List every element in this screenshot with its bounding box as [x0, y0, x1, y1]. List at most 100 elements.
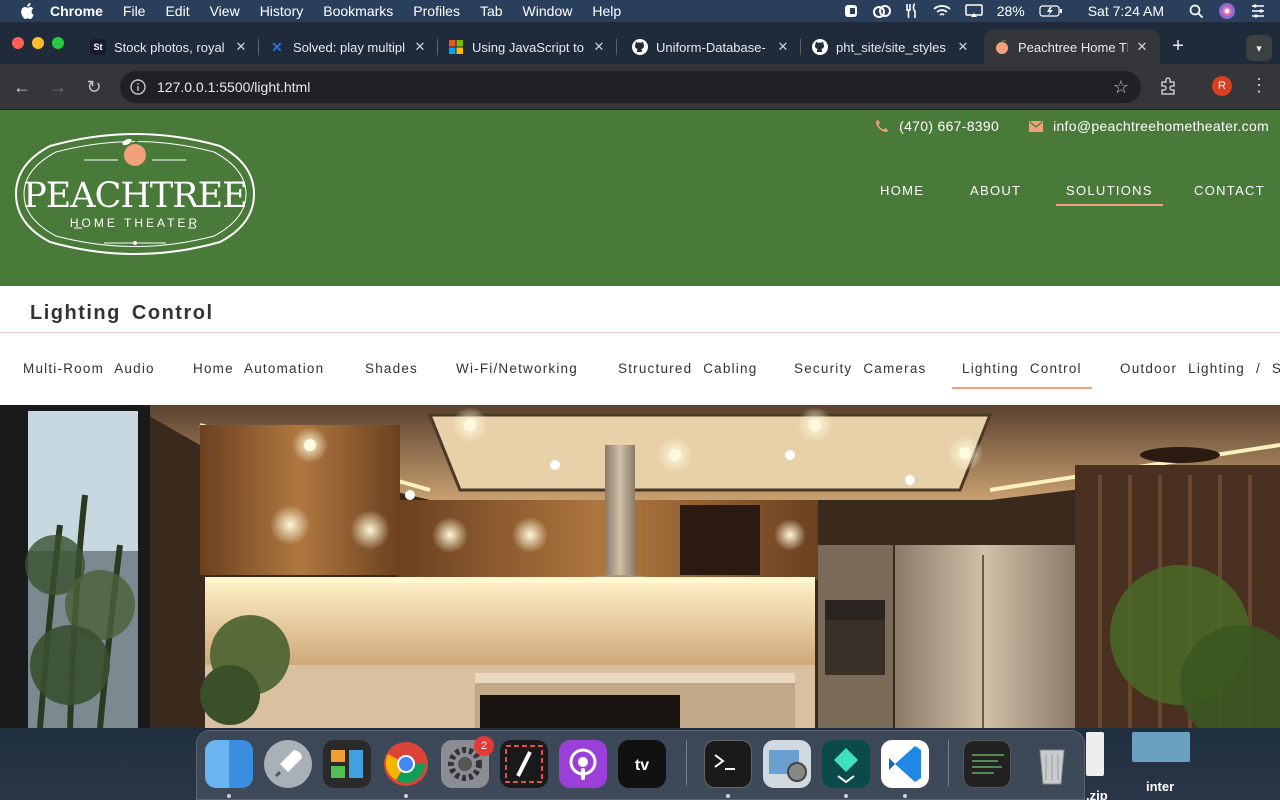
dock-divider [686, 740, 687, 786]
folder-icon[interactable] [1132, 732, 1190, 762]
close-tab-icon[interactable]: ✕ [591, 39, 607, 55]
battery-percent: 28% [996, 3, 1025, 19]
browser-tab-uniform-database[interactable]: Uniform-Database- ✕ [622, 30, 801, 64]
close-tab-icon[interactable]: ✕ [1134, 39, 1150, 55]
email-contact[interactable]: info@peachtreehometheater.com [1029, 118, 1269, 134]
menu-profiles[interactable]: Profiles [413, 3, 460, 19]
browser-tab-javascript[interactable]: Using JavaScript to ✕ [438, 30, 617, 64]
trash-icon[interactable] [1028, 740, 1076, 788]
siri-icon[interactable] [1218, 2, 1236, 20]
apple-icon[interactable] [20, 3, 36, 19]
subnav-home-automation[interactable]: Home Automation [193, 361, 324, 376]
filmora-editor-icon[interactable] [822, 740, 870, 788]
subnav-security-cameras[interactable]: Security Cameras [794, 361, 926, 376]
tab-title: Solved: play multipl [293, 39, 405, 55]
close-tab-icon[interactable]: ✕ [412, 39, 428, 55]
nav-home[interactable]: HOME [880, 183, 924, 198]
wifi-icon[interactable] [933, 4, 951, 18]
bookmark-star-icon[interactable]: ☆ [1113, 77, 1129, 98]
new-tab-button[interactable]: + [1168, 36, 1188, 56]
url-text[interactable]: 127.0.0.1:5500/light.html [157, 79, 310, 95]
menu-help[interactable]: Help [592, 3, 621, 19]
web-page: PEACHTREE HOME THEATER (470) 667-8390 in… [0, 110, 1280, 728]
menu-bookmarks[interactable]: Bookmarks [323, 3, 393, 19]
subnav-shades[interactable]: Shades [365, 361, 418, 376]
logo-brand-name: PEACHTREE [23, 176, 246, 216]
close-window-button[interactable] [12, 37, 24, 49]
podcasts-icon[interactable] [559, 740, 607, 788]
preview-photos-icon[interactable] [763, 740, 811, 788]
macos-menubar: Chrome File Edit View History Bookmarks … [0, 0, 1280, 22]
peachtree-logo[interactable]: PEACHTREE HOME THEATER [14, 124, 256, 264]
screen-mirroring-icon[interactable] [964, 4, 983, 18]
nav-solutions[interactable]: SOLUTIONS [1056, 183, 1163, 206]
clock[interactable]: Sat 7:24 AM [1088, 3, 1164, 19]
zoom-window-button[interactable] [52, 37, 64, 49]
close-tab-icon[interactable]: ✕ [775, 39, 791, 55]
nav-about[interactable]: ABOUT [970, 183, 1021, 198]
battery-icon[interactable] [1039, 5, 1063, 17]
phone-number[interactable]: (470) 667-8390 [899, 118, 999, 134]
menu-file[interactable]: File [123, 3, 146, 19]
subnav-structured-cabling[interactable]: Structured Cabling [618, 361, 757, 376]
launchpad-rocket-icon[interactable] [264, 740, 312, 788]
browser-tab-site-styles[interactable]: pht_site/site_styles ✕ [802, 30, 981, 64]
tab-search-button[interactable]: ▾ [1246, 35, 1272, 61]
terminal-icon[interactable] [704, 740, 752, 788]
profile-avatar[interactable]: R [1212, 76, 1232, 96]
reload-icon[interactable]: ↻ [83, 76, 105, 98]
settings-notification-badge: 2 [474, 736, 494, 756]
apple-tv-icon[interactable]: tv [618, 740, 666, 788]
creative-cloud-icon[interactable] [872, 4, 891, 18]
svg-text:tv: tv [635, 757, 649, 774]
zip-file-icon[interactable] [1086, 732, 1104, 776]
spotlight-search-icon[interactable] [1189, 4, 1204, 19]
vscode-icon[interactable] [881, 740, 929, 788]
site-info-icon[interactable] [130, 79, 146, 95]
tab-title: Peachtree Home Th [1018, 39, 1128, 55]
nav-contact[interactable]: CONTACT [1194, 183, 1265, 198]
fork-knife-icon[interactable] [905, 3, 919, 19]
contact-bar: (470) 667-8390 info@peachtreehometheater… [845, 118, 1269, 134]
close-tab-icon[interactable]: ✕ [955, 39, 971, 55]
subnav-lighting-control[interactable]: Lighting Control [952, 361, 1092, 389]
tab-title: Stock photos, royal [114, 39, 225, 55]
browser-tab-solved[interactable]: ✕ Solved: play multipl ✕ [259, 30, 438, 64]
pixelmator-brush-icon[interactable] [500, 740, 548, 788]
address-bar[interactable]: 127.0.0.1:5500/light.html ☆ [120, 71, 1141, 103]
extensions-puzzle-icon[interactable] [1158, 76, 1180, 98]
browser-tab-peachtree-active[interactable]: Peachtree Home Th ✕ [984, 30, 1160, 64]
browser-toolbar: ← → ↻ 127.0.0.1:5500/light.html ☆ [0, 64, 1280, 110]
site-header: PEACHTREE HOME THEATER (470) 667-8390 in… [0, 110, 1280, 286]
subnav-outdoor-lighting[interactable]: Outdoor Lighting / So [1120, 361, 1280, 376]
subnav-multi-room-audio[interactable]: Multi-Room Audio [23, 361, 155, 376]
control-center-icon[interactable] [1250, 4, 1266, 18]
menu-edit[interactable]: Edit [165, 3, 189, 19]
dock-divider [948, 740, 949, 786]
status-app-icon[interactable] [843, 3, 859, 19]
finder-icon[interactable] [205, 740, 253, 788]
menu-view[interactable]: View [210, 3, 240, 19]
minimize-window-button[interactable] [32, 37, 44, 49]
menu-window[interactable]: Window [523, 3, 573, 19]
menu-tab[interactable]: Tab [480, 3, 503, 19]
menu-app-name[interactable]: Chrome [50, 3, 103, 19]
chrome-icon[interactable] [382, 740, 430, 788]
phone-icon [875, 119, 889, 133]
forward-arrow-icon[interactable]: → [47, 76, 69, 98]
browser-tab-stock-photos[interactable]: St Stock photos, royal ✕ [80, 30, 259, 64]
email-address[interactable]: info@peachtreehometheater.com [1053, 118, 1269, 134]
photo-slideshow-app-icon[interactable] [323, 740, 371, 788]
page-title: Lighting Control [30, 302, 214, 324]
browser-menu-icon[interactable]: ⋮ [1250, 75, 1268, 96]
title-divider [0, 332, 1280, 333]
back-arrow-icon[interactable]: ← [11, 76, 33, 98]
phone-contact[interactable]: (470) 667-8390 [875, 118, 999, 134]
running-indicator [404, 794, 408, 798]
subnav-wifi-networking[interactable]: Wi-Fi/Networking [456, 361, 578, 376]
x-logo-favicon-icon: ✕ [271, 38, 283, 55]
running-indicator [726, 794, 730, 798]
terminal-window-preview-icon[interactable] [963, 740, 1011, 788]
close-tab-icon[interactable]: ✕ [233, 39, 249, 55]
menu-history[interactable]: History [260, 3, 304, 19]
